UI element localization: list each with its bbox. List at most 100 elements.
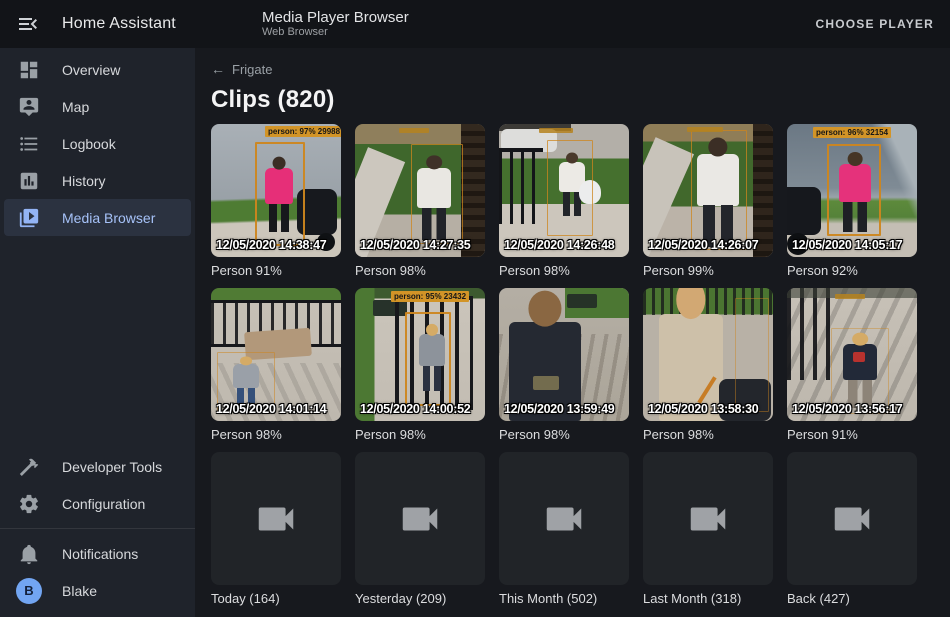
clip-timestamp: 12/05/2020 14:01:14 [216,402,326,416]
folder-thumbnail[interactable] [499,452,629,585]
clip-caption: Person 98% [499,427,629,443]
clip-thumbnail[interactable]: person: 97% 29988 12/05/2020 14:38:47 [211,124,341,257]
sidebar: Overview Map Logbook History [0,48,195,617]
folder-tile-last-month[interactable]: Last Month (318) [643,452,773,607]
breadcrumb-back[interactable]: ← Frigate [211,62,272,77]
clip-caption: Person 98% [643,427,773,443]
sidebar-item-overview[interactable]: Overview [0,51,195,88]
clip-tile[interactable]: person: 95% 23432 12/05/2020 14:00:52 Pe… [355,288,485,443]
sidebar-item-logbook[interactable]: Logbook [0,125,195,162]
folder-tile-back[interactable]: Back (427) [787,452,917,607]
folder-tile-yesterday[interactable]: Yesterday (209) [355,452,485,607]
clips-grid: person: 97% 29988 12/05/2020 14:38:47 Pe… [211,124,934,607]
tooltip-account-icon [18,96,40,118]
detection-label: person: 95% 23432 [391,291,469,302]
folder-label: This Month (502) [499,591,629,607]
detection-label: person: 97% 29988 [265,126,341,137]
clip-thumbnail[interactable]: 12/05/2020 13:58:30 [643,288,773,421]
cog-icon [18,493,40,515]
home-assistant-window: Home Assistant Media Player Browser Web … [0,0,950,617]
clip-timestamp: 12/05/2020 14:05:17 [792,238,902,252]
folder-label: Back (427) [787,591,917,607]
back-arrow-icon: ← [211,63,225,76]
clip-caption: Person 98% [499,263,629,279]
clip-timestamp: 12/05/2020 14:26:07 [648,238,758,252]
clip-tile[interactable]: person: 96% 32154 12/05/2020 14:05:17 Pe… [787,124,917,279]
sidebar-item-label: Developer Tools [62,459,162,475]
clip-timestamp: 12/05/2020 13:56:17 [792,402,902,416]
format-list-bulleted-icon [18,133,40,155]
breadcrumb-label: Frigate [232,62,272,77]
folder-thumbnail[interactable] [211,452,341,585]
sidebar-item-user[interactable]: B Blake [0,572,195,609]
clip-tile[interactable]: 12/05/2020 13:56:17 Person 91% [787,288,917,443]
clip-caption: Person 99% [643,263,773,279]
clip-timestamp: 12/05/2020 14:38:47 [216,238,326,252]
clip-thumbnail[interactable]: 12/05/2020 13:59:49 [499,288,629,421]
app-header: Home Assistant Media Player Browser Web … [0,0,950,48]
sidebar-item-label: Media Browser [62,210,155,226]
sidebar-divider [0,528,195,529]
video-icon [829,496,875,542]
sidebar-item-map[interactable]: Map [0,88,195,125]
screen-title-text: Media Player Browser [262,9,409,26]
clip-tile[interactable]: 12/05/2020 13:58:30 Person 98% [643,288,773,443]
user-name: Blake [62,583,97,599]
clip-caption: Person 91% [211,263,341,279]
clip-timestamp: 12/05/2020 13:59:49 [504,402,614,416]
sidebar-item-label: Map [62,99,89,115]
video-icon [397,496,443,542]
clip-tile[interactable]: 12/05/2020 13:59:49 Person 98% [499,288,629,443]
clip-thumbnail[interactable]: person: 95% 23432 12/05/2020 14:00:52 [355,288,485,421]
clip-thumbnail[interactable]: 12/05/2020 14:27:35 [355,124,485,257]
clip-tile[interactable]: 12/05/2020 14:26:48 Person 98% [499,124,629,279]
video-icon [685,496,731,542]
clip-thumbnail[interactable]: 12/05/2020 14:26:48 [499,124,629,257]
app-title: Home Assistant [62,15,176,33]
sidebar-item-developer-tools[interactable]: Developer Tools [0,448,195,485]
clip-tile[interactable]: person: 97% 29988 12/05/2020 14:38:47 Pe… [211,124,341,279]
clip-thumbnail[interactable]: 12/05/2020 14:26:07 [643,124,773,257]
sidebar-item-notifications[interactable]: Notifications [0,535,195,572]
folder-thumbnail[interactable] [355,452,485,585]
clip-tile[interactable]: 12/05/2020 14:26:07 Person 99% [643,124,773,279]
folder-label: Today (164) [211,591,341,607]
folder-label: Yesterday (209) [355,591,485,607]
view-dashboard-icon [18,59,40,81]
sidebar-item-label: Logbook [62,136,116,152]
folder-tile-this-month[interactable]: This Month (502) [499,452,629,607]
choose-player-button[interactable]: CHOOSE PLAYER [815,17,934,31]
hammer-icon [18,456,40,478]
video-icon [541,496,587,542]
chart-box-icon [18,170,40,192]
clip-caption: Person 92% [787,263,917,279]
clip-tile[interactable]: 12/05/2020 14:01:14 Person 98% [211,288,341,443]
user-avatar: B [16,578,42,604]
sidebar-item-media-browser[interactable]: Media Browser [4,199,191,236]
menu-open-icon[interactable] [16,12,40,36]
sidebar-item-history[interactable]: History [0,162,195,199]
page-title: Clips (820) [211,86,934,114]
folder-thumbnail[interactable] [643,452,773,585]
clip-thumbnail[interactable]: 12/05/2020 13:56:17 [787,288,917,421]
folder-tile-today[interactable]: Today (164) [211,452,341,607]
clip-timestamp: 12/05/2020 14:27:35 [360,238,470,252]
sidebar-spacer [0,236,195,448]
clip-caption: Person 98% [355,263,485,279]
clip-thumbnail[interactable]: person: 96% 32154 12/05/2020 14:05:17 [787,124,917,257]
clip-thumbnail[interactable]: 12/05/2020 14:01:14 [211,288,341,421]
sidebar-item-label: Notifications [62,546,138,562]
sidebar-item-label: History [62,173,106,189]
folder-label: Last Month (318) [643,591,773,607]
detection-label: person: 96% 32154 [813,127,891,138]
sidebar-item-configuration[interactable]: Configuration [0,485,195,522]
clip-caption: Person 98% [211,427,341,443]
clip-timestamp: 12/05/2020 13:58:30 [648,402,758,416]
clip-tile[interactable]: 12/05/2020 14:27:35 Person 98% [355,124,485,279]
folder-thumbnail[interactable] [787,452,917,585]
screen-title: Media Player Browser Web Browser [262,9,409,39]
clip-caption: Person 91% [787,427,917,443]
sidebar-item-label: Configuration [62,496,145,512]
clip-timestamp: 12/05/2020 14:26:48 [504,238,614,252]
bell-icon [18,543,40,565]
